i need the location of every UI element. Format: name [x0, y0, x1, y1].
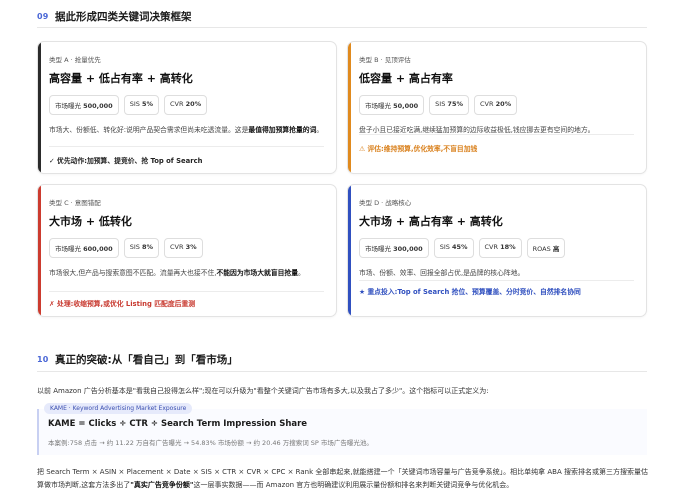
- card-description: 市场很大,但产品与搜索意图不匹配。流量再大也接不住,不能因为市场大就盲目抢量。: [49, 269, 305, 277]
- card-action: ✓ 优先动作:加预算、提竞价、抢 Top of Search: [49, 157, 203, 165]
- intro-text: 以前 Amazon 广告分析基本是"看我自己投得怎么样";现在可以升级为"看整个…: [37, 387, 489, 395]
- card-title: 大市场 + 低转化: [49, 215, 132, 228]
- section-divider: [37, 371, 647, 372]
- section-number: 10: [37, 355, 49, 364]
- section-09-header: 09 据此形成四类关键词决策框架: [37, 9, 192, 24]
- card-label: 类型 D · 战略核心: [359, 199, 412, 207]
- card-action: ★ 重点投入:Top of Search 抢位、预算覆盖、分时竞价、自然排名协同: [359, 288, 581, 296]
- metric-chips: 市场曝光 600,000 SIS 8% CVR 3%: [49, 238, 324, 258]
- metric-chip: 市场曝光 600,000: [49, 238, 119, 258]
- card-title: 低容量 + 高占有率: [359, 72, 453, 85]
- metric-chip: 市场曝光 300,000: [359, 238, 429, 258]
- metric-chip: CVR 18%: [478, 238, 522, 258]
- formula-example: 本案例:758 点击 → 约 11.22 万自有广告曝光 → 54.83% 市场…: [48, 439, 373, 447]
- card-action: ⚠ 评估:维持预算,优化效率,不盲目加钱: [359, 145, 478, 153]
- metric-chips: 市场曝光 300,000 SIS 45% CVR 18% ROAS 高: [359, 238, 634, 258]
- card-label: 类型 C · 意图错配: [49, 199, 101, 207]
- metric-chip: ROAS 高: [526, 238, 566, 258]
- metric-chips: 市场曝光 50,000 SIS 75% CVR 20%: [359, 95, 634, 115]
- formula-tag: KAME · Keyword Advertising Market Exposu…: [44, 403, 193, 414]
- formula-box: [37, 409, 647, 455]
- card-divider: [49, 291, 324, 292]
- card-label: 类型 A · 抢量优先: [49, 56, 101, 64]
- card-accent-bar: [348, 42, 351, 173]
- card-action: ✗ 处理:收缩预算,或优化 Listing 匹配度后重测: [49, 300, 196, 308]
- card-divider: [49, 146, 324, 147]
- card-type-a: 类型 A · 抢量优先 高容量 + 低占有率 + 高转化 市场曝光 500,00…: [37, 41, 337, 174]
- metric-chip: SIS 8%: [123, 238, 159, 258]
- card-title: 大市场 + 高占有率 + 高转化: [359, 215, 503, 228]
- card-type-c: 类型 C · 意图错配 大市场 + 低转化 市场曝光 600,000 SIS 8…: [37, 184, 337, 317]
- card-divider: [359, 280, 634, 281]
- card-divider: [359, 134, 634, 135]
- card-description: 市场大、份额低、转化好:说明产品契合需求但尚未吃透流量。这是最值得加预算抢量的词…: [49, 126, 324, 134]
- section-number: 09: [37, 12, 49, 21]
- metric-chip: SIS 75%: [429, 95, 469, 115]
- card-label: 类型 B · 见顶评估: [359, 56, 411, 64]
- metric-chip: SIS 5%: [123, 95, 159, 115]
- metric-chip: CVR 20%: [473, 95, 518, 115]
- card-type-b: 类型 B · 见顶评估 低容量 + 高占有率 市场曝光 50,000 SIS 7…: [347, 41, 647, 174]
- metric-chips: 市场曝光 500,000 SIS 5% CVR 20%: [49, 95, 324, 115]
- section-title: 真正的突破:从「看自己」到「看市场」: [55, 354, 238, 366]
- card-description: 市场、份额、效率、回报全部占优,是品牌的核心阵地。: [359, 269, 525, 277]
- metric-chip: CVR 3%: [163, 238, 203, 258]
- body-paragraph: 把 Search Term × ASIN × Placement × Date …: [37, 468, 648, 489]
- section-title: 据此形成四类关键词决策框架: [55, 11, 192, 23]
- metric-chip: 市场曝光 50,000: [359, 95, 425, 115]
- section-10-header: 10 真正的突破:从「看自己」到「看市场」: [37, 352, 238, 367]
- card-accent-bar: [38, 185, 41, 316]
- card-type-d: 类型 D · 战略核心 大市场 + 高占有率 + 高转化 市场曝光 300,00…: [347, 184, 647, 317]
- card-title: 高容量 + 低占有率 + 高转化: [49, 72, 193, 85]
- formula-expression: KAME = Clicks ÷ CTR ÷ Search Term Impres…: [48, 419, 308, 429]
- card-accent-bar: [38, 42, 41, 173]
- metric-chip: 市场曝光 500,000: [49, 95, 119, 115]
- metric-chip: CVR 20%: [163, 95, 208, 115]
- card-accent-bar: [348, 185, 351, 316]
- section-divider: [37, 27, 647, 28]
- metric-chip: SIS 45%: [433, 238, 474, 258]
